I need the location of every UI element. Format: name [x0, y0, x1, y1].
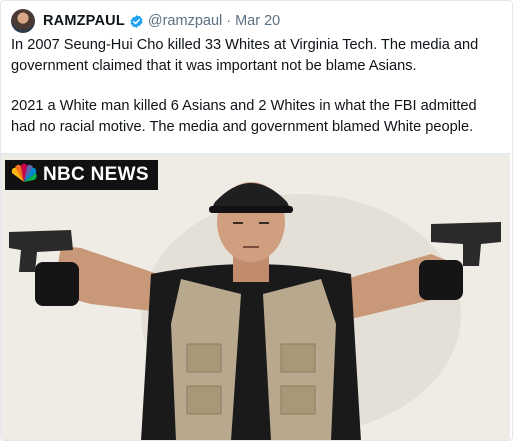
verified-badge-icon	[129, 14, 144, 29]
handle[interactable]: @ramzpaul	[148, 13, 222, 29]
tweet-paragraph-2: 2021 a White man killed 6 Asians and 2 W…	[11, 98, 477, 135]
avatar[interactable]	[11, 9, 35, 33]
nbc-news-label: NBC NEWS	[43, 164, 149, 185]
tweet-paragraph-1: In 2007 Seung-Hui Cho killed 33 Whites a…	[11, 37, 479, 74]
tweet-card[interactable]: RAMZPAUL @ramzpaul · Mar 20 In 2007 Seun…	[0, 0, 513, 441]
tweet-header: RAMZPAUL @ramzpaul · Mar 20	[11, 7, 280, 35]
tweet-text: In 2007 Seung-Hui Cho killed 33 Whites a…	[11, 35, 503, 137]
tweet-date[interactable]: Mar 20	[235, 13, 280, 29]
nbc-news-logo: NBC NEWS	[5, 160, 158, 190]
photo-scene	[1, 154, 510, 440]
separator-dot: ·	[226, 13, 232, 29]
display-name[interactable]: RAMZPAUL	[43, 13, 125, 29]
nbc-peacock-icon	[9, 163, 39, 188]
tweet-media-image[interactable]: NBC NEWS	[1, 153, 510, 440]
